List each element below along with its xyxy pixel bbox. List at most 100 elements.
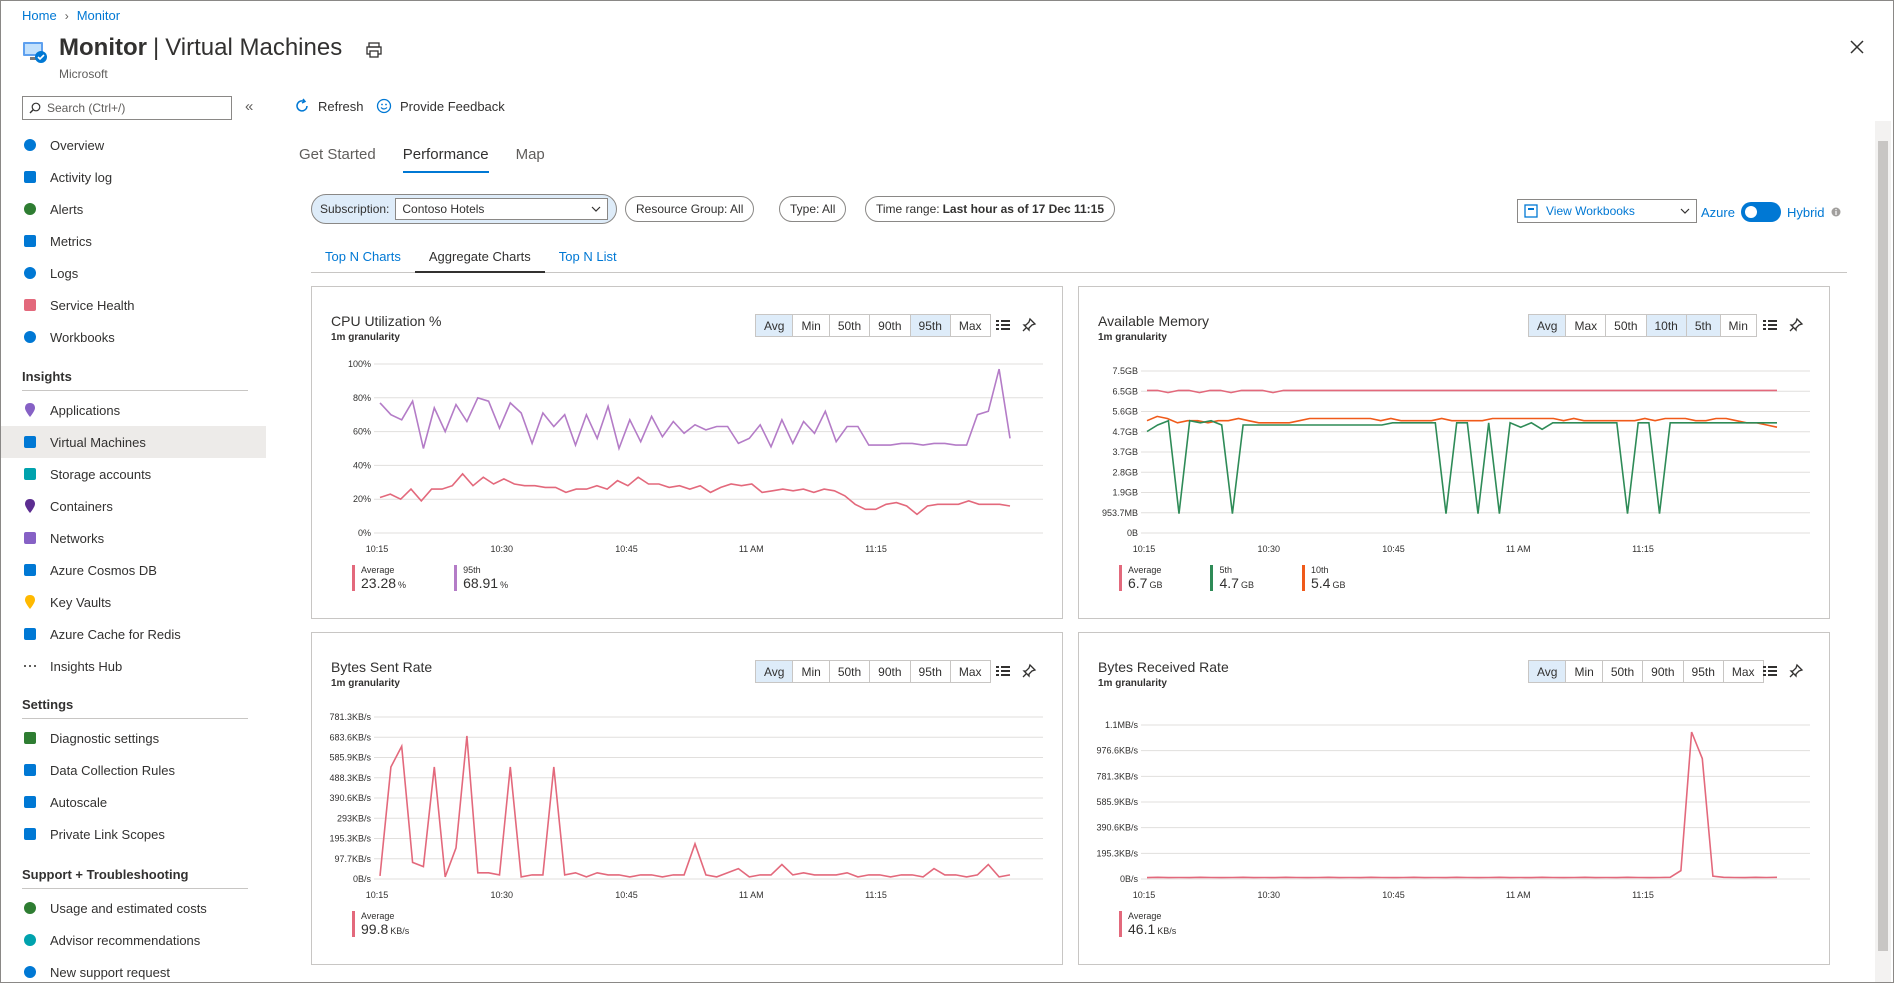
legend-item-10th[interactable]: 10th 5.4 GB [1301,565,1345,591]
containers-icon [22,498,38,514]
y-tick-label: 7.5GB [1112,366,1138,376]
series-line-5th [1146,419,1777,514]
breadcrumb-home[interactable]: Home [22,8,57,23]
y-tick-label: 195.3KB/s [1096,848,1138,858]
search-placeholder: Search (Ctrl+/) [47,101,126,115]
search-input[interactable]: Search (Ctrl+/) [22,96,232,120]
toggle-switch[interactable] [1740,202,1781,222]
legend-item-average[interactable]: Average 46.1 KB/s [1119,911,1176,937]
sidebar-item-label: Advisor recommendations [50,932,201,948]
legend-item-95th[interactable]: 95th 68.91% [454,565,508,591]
azure-hybrid-toggle: Azure Hybrid [1701,202,1841,222]
x-tick-label: 11 AM [739,544,764,554]
sidebar-item-autoscale[interactable]: Autoscale [1,786,266,818]
sidebar-item-new-support-request[interactable]: New support request [1,956,266,982]
breadcrumb-monitor[interactable]: Monitor [77,8,120,23]
legend-value: 46.1 [1128,921,1156,937]
chart-card-bytes-sent-rate: Bytes Sent Rate 1m granularity Avg Min 50th 9… [311,632,1063,965]
refresh-button[interactable]: Refresh [294,98,364,114]
sidebar-item-metrics[interactable]: Metrics [1,225,266,257]
chart-legend: Average 46.1 KB/s [1119,911,1176,937]
legend-unit: % [398,580,407,590]
tab-performance[interactable]: Performance [402,146,489,173]
legend-value: 68.91 [463,575,499,591]
resource-group-filter[interactable]: Resource Group: All [625,196,755,222]
time-range-filter[interactable]: Time range: Last hour as of 17 Dec 11:15 [865,196,1115,222]
sidebar-item-virtual-machines[interactable]: Virtual Machines [1,426,266,458]
sidebar-item-service-health[interactable]: Service Health [1,289,266,321]
subtab-top-n-list[interactable]: Top N List [545,245,631,273]
y-tick-label: 0B [1127,528,1138,538]
sidebar-item-key-vaults[interactable]: Key Vaults [1,586,266,618]
x-tick-label: 11:15 [865,890,887,900]
sidebar-item-advisor-recommendations[interactable]: Advisor recommendations [1,924,266,956]
legend-name: 10th [1310,565,1329,575]
subtab-aggregate-charts[interactable]: Aggregate Charts [414,245,545,273]
print-icon[interactable] [365,41,383,59]
sidebar-item-applications[interactable]: Applications [1,394,266,426]
legend-item-average[interactable]: Average 99.8 KB/s [352,911,409,937]
legend-name: Average [1128,565,1162,575]
sidebar-item-azure-cache-for-redis[interactable]: Azure Cache for Redis [1,618,266,650]
scrollbar[interactable] [1875,121,1891,982]
chart-subtabs: Top N Charts Aggregate Charts Top N List [311,245,1847,273]
collapse-sidebar-icon[interactable]: « [245,98,253,115]
applications-icon [22,402,38,418]
usage-and-estimated-costs-icon [22,900,38,916]
sidebar-item-alerts[interactable]: Alerts [1,193,266,225]
storage-accounts-icon [22,466,38,482]
alerts-icon [22,201,38,217]
provide-feedback-button[interactable]: Provide Feedback [376,98,505,114]
sidebar-item-diagnostic-settings[interactable]: Diagnostic settings [1,722,266,754]
sidebar-item-usage-and-estimated-costs[interactable]: Usage and estimated costs [1,892,266,924]
legend-swatch [352,911,355,937]
legend-swatch [1119,911,1122,937]
series-line-average [1146,731,1778,879]
section-divider [22,718,248,719]
sidebar-item-containers[interactable]: Containers [1,490,266,522]
page-title: Monitor | Virtual Machines [59,34,342,62]
chart-card-cpu-utilization: CPU Utilization % 1m granularity Avg Min 50t… [311,286,1063,619]
subscription-select[interactable]: Contoso Hotels [395,198,608,220]
sidebar-item-overview[interactable]: Overview [1,129,266,161]
y-tick-label: 1.1MB/s [1105,720,1139,730]
view-workbooks-dropdown[interactable]: View Workbooks [1517,199,1697,223]
scrollbar-thumb[interactable] [1878,141,1888,951]
y-tick-label: 80% [353,393,371,403]
sidebar-item-storage-accounts[interactable]: Storage accounts [1,458,266,490]
info-icon[interactable] [1831,207,1841,217]
sidebar-item-logs[interactable]: Logs [1,257,266,289]
subtab-top-n-charts[interactable]: Top N Charts [311,245,415,273]
sidebar-item-insights-hub[interactable]: Insights Hub [1,650,266,682]
y-tick-label: 40% [353,460,371,470]
insights-header: Insights [22,369,72,384]
sidebar-item-networks[interactable]: Networks [1,522,266,554]
sidebar-item-workbooks[interactable]: Workbooks [1,321,266,353]
x-tick-label: 11:15 [1632,544,1654,554]
sidebar-item-activity-log[interactable]: Activity log [1,161,266,193]
advisor-recommendations-icon [22,932,38,948]
azure-cache-for-redis-icon [22,626,38,642]
networks-icon [22,530,38,546]
legend-item-5th[interactable]: 5th 4.7 GB [1210,565,1254,591]
title-separator: | [152,34,160,61]
subscription-filter[interactable]: Subscription: Contoso Hotels [311,194,617,224]
type-filter[interactable]: Type: All [779,196,847,222]
x-tick-label: 11 AM [1506,544,1531,554]
sidebar-item-label: Storage accounts [50,466,152,482]
y-tick-label: 0% [358,528,371,538]
support-header: Support + Troubleshooting [22,867,189,882]
close-icon[interactable] [1849,39,1865,55]
legend-unit: % [500,580,509,590]
legend-item-average[interactable]: Average 23.28% [352,565,406,591]
sidebar-item-private-link-scopes[interactable]: Private Link Scopes [1,818,266,850]
sidebar-item-data-collection-rules[interactable]: Data Collection Rules [1,754,266,786]
tab-get-started[interactable]: Get Started [299,146,376,173]
chart-legend: Average 99.8 KB/s [352,911,409,937]
virtual-machines-icon [22,434,38,450]
sidebar-item-label: Key Vaults [50,594,112,610]
sidebar-item-azure-cosmos-db[interactable]: Azure Cosmos DB [1,554,266,586]
legend-item-average[interactable]: Average 6.7 GB [1119,565,1162,591]
line-chart: 1.1MB/s 976.6KB/s 781.3KB/s 585.9KB/s 390.6K… [1096,720,1810,900]
tab-map[interactable]: Map [516,146,545,173]
